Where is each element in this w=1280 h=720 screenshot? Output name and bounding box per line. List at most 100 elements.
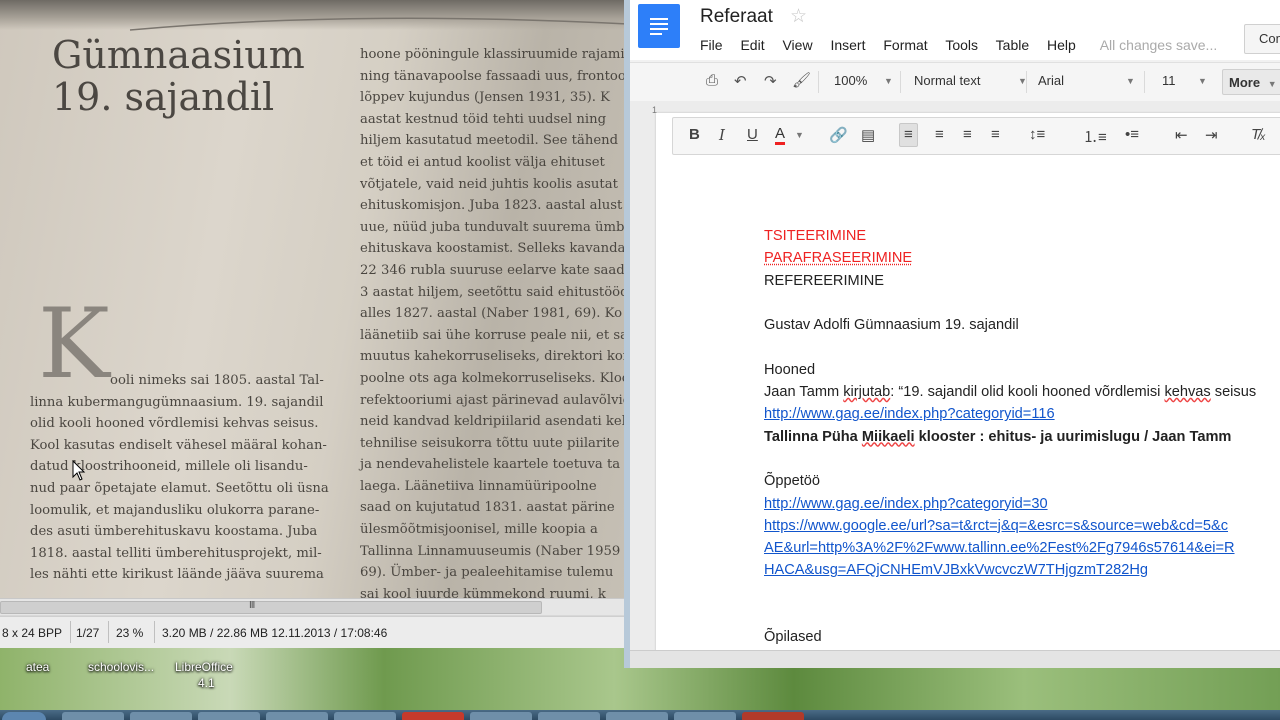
font-size-dropdown[interactable]: 11 ▼ — [1162, 73, 1207, 88]
text-refereerimine: REFEREERIMINE — [764, 272, 885, 289]
zoom-value: 100% — [834, 73, 868, 88]
link-google-line-2[interactable]: AE&url=http%3A%2F%2Fwww.tallinn.ee%2Fest… — [764, 540, 1235, 556]
zoom-dropdown[interactable]: 100% ▼ — [834, 73, 893, 88]
viewer-scrollbar-thumb[interactable]: III — [0, 600, 542, 614]
taskbar-button[interactable] — [402, 712, 464, 720]
chevron-down-icon[interactable]: ▼ — [795, 130, 804, 140]
italic-icon[interactable]: I — [719, 126, 725, 144]
mouse-cursor-icon — [72, 460, 86, 481]
document-body[interactable]: TSITEERIMINE PARAFRASEERIMINE REFEREERIM… — [764, 225, 1256, 649]
book-text-line: laega. Läänetiiva linnamüüripoolne — [360, 478, 597, 494]
align-left-icon[interactable]: ≡ — [899, 123, 918, 147]
link-icon[interactable]: 🔗 — [829, 126, 848, 144]
taskbar-button[interactable] — [130, 712, 192, 720]
text-gymnasium-heading: Gustav Adolfi Gümnaasium 19. sajandil — [764, 317, 1019, 334]
justify-icon[interactable]: ≡ — [991, 126, 1000, 143]
decrease-indent-icon[interactable]: ⇤ — [1175, 126, 1188, 144]
book-text-line: hiljem kasutatud meetodil. See tähend — [360, 133, 619, 149]
book-text-line: olid kooli hooned võrdlemisi kehvas seis… — [30, 416, 319, 432]
star-icon[interactable]: ☆ — [790, 5, 807, 28]
increase-indent-icon[interactable]: ⇥ — [1205, 126, 1218, 144]
menu-help[interactable]: Help — [1047, 37, 1076, 53]
heading-hooned: Hooned — [764, 361, 816, 378]
align-center-icon[interactable]: ≡ — [935, 126, 944, 143]
taskbar — [0, 710, 1280, 720]
viewer-horizontal-scrollbar[interactable]: III — [0, 598, 628, 615]
align-right-icon[interactable]: ≡ — [963, 126, 972, 143]
bulleted-list-icon[interactable]: •≡ — [1125, 126, 1139, 143]
book-text-line: Tallinna Linnamuuseumis (Naber 1959 — [360, 543, 621, 559]
more-button[interactable]: More ▼ — [1222, 69, 1280, 95]
taskbar-button[interactable] — [742, 712, 804, 720]
redo-icon[interactable]: ↷ — [764, 72, 777, 90]
book-text-line: aastat kestnud töid tehti uudsel ning — [360, 111, 607, 127]
book-text-line: ning tänavapoolse fassaadi uus, frontoon… — [360, 68, 628, 84]
book-text-line: 22 346 rubla suuruse eelarve kate saadi — [360, 262, 628, 278]
link-categoryid-116[interactable]: http://www.gag.ee/index.php?categoryid=1… — [764, 406, 1055, 422]
taskbar-button[interactable] — [198, 712, 260, 720]
desktop-icon-schoolovis[interactable]: schoolovis... — [88, 660, 154, 674]
line-spacing-icon[interactable]: ↕≡ — [1029, 126, 1045, 143]
taskbar-button[interactable] — [62, 712, 124, 720]
status-separator — [154, 621, 155, 643]
text-color-icon[interactable]: A — [775, 126, 786, 145]
document-page[interactable]: B I U A ▼ 🔗 ▤ ≡ ≡ ≡ ≡ ↕≡ ⒈≡ •≡ ⇤ ⇥ T̸ₓ T… — [656, 113, 1280, 653]
taskbar-button[interactable] — [674, 712, 736, 720]
paint-format-icon[interactable]: 🖌 — [792, 71, 811, 89]
menu-view[interactable]: View — [782, 37, 812, 53]
book-text-line: sai kool juurde kümmekond ruumi, k — [360, 586, 606, 598]
font-dropdown[interactable]: Arial ▼ — [1038, 73, 1135, 88]
menu-insert[interactable]: Insert — [830, 37, 865, 53]
docs-logo-icon[interactable] — [638, 4, 680, 48]
chevron-down-icon: ▼ — [884, 76, 893, 86]
comments-button[interactable]: Com — [1244, 24, 1280, 54]
book-text-line: ehituskomisjon. Juba 1823. aastal alust — [360, 198, 623, 214]
save-status: All changes save... — [1099, 37, 1218, 53]
taskbar-button[interactable] — [606, 712, 668, 720]
desktop-icon-atea[interactable]: atea — [26, 660, 49, 674]
taskbar-button[interactable] — [266, 712, 328, 720]
toolbar-separator — [818, 71, 819, 93]
book-text-line: linna kubermangugümnaasium. 19. sajandil — [30, 394, 324, 410]
bold-icon[interactable]: B — [689, 126, 700, 143]
menu-file[interactable]: File — [700, 37, 723, 53]
link-google-line-1[interactable]: https://www.google.ee/url?sa=t&rct=j&q=&… — [764, 518, 1228, 534]
undo-icon[interactable]: ↶ — [734, 72, 747, 90]
menu-edit[interactable]: Edit — [740, 37, 764, 53]
taskbar-button[interactable] — [470, 712, 532, 720]
underline-icon[interactable]: U — [747, 126, 758, 143]
book-text-line: muutus kahekorruseliseks, direktori kort… — [360, 349, 628, 365]
link-google-line-3[interactable]: HACA&usg=AFQjCNHEmVJBxkVwcvczW7THjgzmT28… — [764, 562, 1148, 578]
book-title-line-1: Gümnaasium — [52, 33, 305, 77]
comment-icon[interactable]: ▤ — [861, 126, 875, 144]
book-title-line-2: 19. sajandil — [52, 75, 275, 119]
document-title[interactable]: Referaat — [700, 6, 773, 28]
print-icon[interactable]: ⎙ — [706, 72, 718, 89]
book-text-line: hoone pööningule klassiruumide rajami — [360, 47, 625, 62]
book-text-line: des asuti ümberehituskavu koostama. Juba — [30, 524, 318, 540]
main-toolbar: ⎙ ↶ ↷ 🖌 100% ▼ Normal text ▼ Arial ▼ 11 … — [630, 62, 1280, 102]
google-docs-window: Referaat ☆ File Edit View Insert Format … — [624, 0, 1280, 668]
bold-reference-line: Tallinna Püha Miikaeli klooster : ehitus… — [764, 428, 1232, 445]
status-separator — [70, 621, 71, 643]
menu-table[interactable]: Table — [996, 37, 1029, 53]
heading-opilased: Õpilased — [764, 629, 822, 646]
font-size-value: 11 — [1162, 73, 1176, 88]
docs-horizontal-scrollbar[interactable] — [630, 650, 1280, 668]
desktop-icon-libreoffice[interactable]: LibreOffice — [175, 660, 233, 674]
clear-formatting-icon[interactable]: T̸ₓ — [1251, 126, 1266, 143]
menu-bar: File Edit View Insert Format Tools Table… — [700, 37, 1231, 53]
link-categoryid-30[interactable]: http://www.gag.ee/index.php?categoryid=3… — [764, 496, 1048, 512]
book-text-line: läänetiib sai ühe korruse peale nii, et … — [360, 327, 628, 343]
numbered-list-icon[interactable]: ⒈≡ — [1083, 126, 1107, 147]
taskbar-button[interactable] — [334, 712, 396, 720]
menu-format[interactable]: Format — [883, 37, 927, 53]
taskbar-button[interactable] — [538, 712, 600, 720]
status-separator — [108, 621, 109, 643]
start-button[interactable] — [2, 712, 46, 720]
style-dropdown[interactable]: Normal text ▼ — [914, 73, 1027, 88]
book-text-line: poolne ots aga kolmekorruseliseks. Kloos… — [360, 370, 628, 386]
desktop-icon-libreoffice-version: 4.1 — [198, 676, 215, 690]
menu-tools[interactable]: Tools — [945, 37, 978, 53]
book-text-line: alles 1827. aastal (Naber 1981, 69). Ko — [360, 306, 623, 322]
